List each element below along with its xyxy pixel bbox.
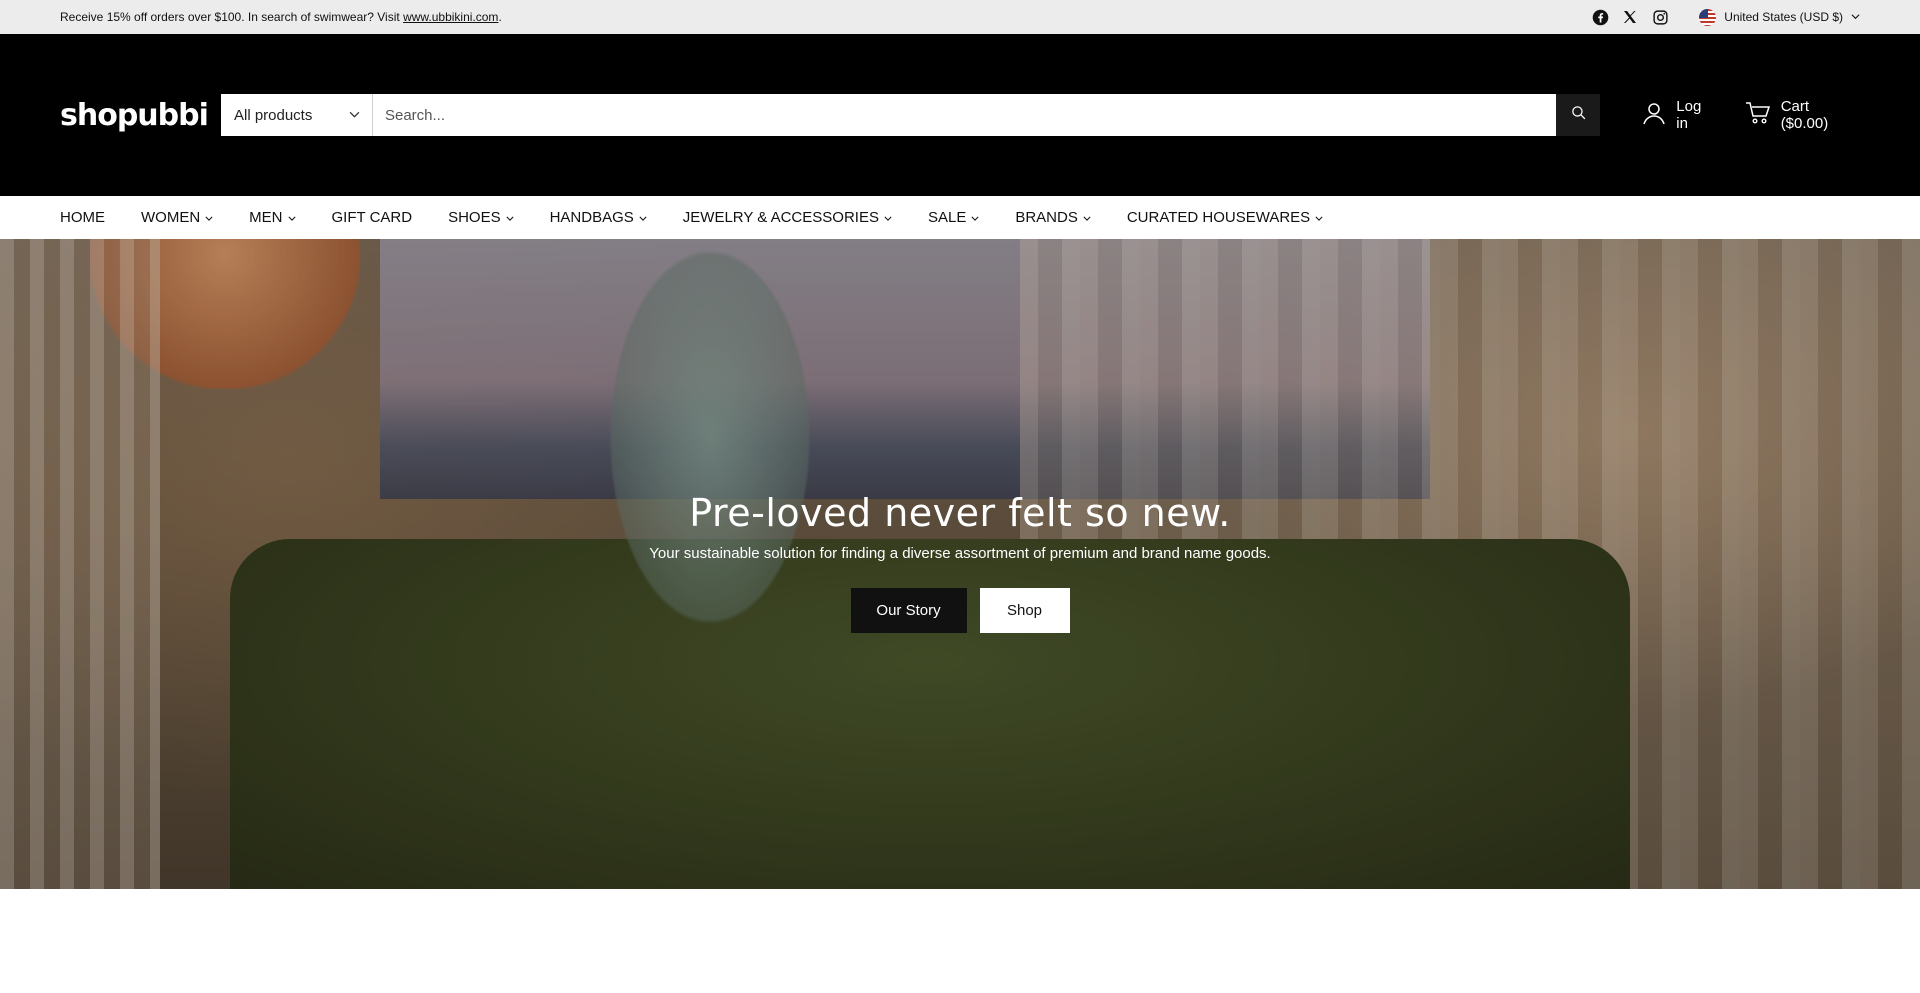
announcement-link[interactable]: www.ubbikini.com: [403, 10, 498, 24]
nav-item-label: WOMEN: [141, 209, 201, 226]
nav-item-men[interactable]: MEN: [249, 209, 296, 226]
hero-title: Pre-loved never felt so new.: [689, 491, 1231, 535]
hero-banner: Pre-loved never felt so new. Your sustai…: [0, 239, 1920, 889]
search-input[interactable]: [372, 94, 1557, 136]
nav-item-brands[interactable]: BRANDS: [1015, 209, 1091, 226]
hero-subtitle: Your sustainable solution for finding a …: [649, 545, 1271, 562]
cart-icon: [1745, 101, 1771, 129]
chevron-down-icon: [1083, 214, 1091, 222]
site-header: shopubbi All products Log in Cart ($0.00…: [0, 34, 1920, 196]
chevron-down-icon: [205, 214, 213, 222]
chevron-down-icon: [1851, 10, 1860, 24]
hero-buttons: Our Story Shop: [0, 588, 1920, 633]
nav-item-label: GIFT CARD: [331, 209, 413, 226]
nav-item-label: SALE: [927, 209, 967, 226]
nav-item-handbags[interactable]: HANDBAGS: [550, 209, 647, 226]
chevron-down-icon: [287, 214, 296, 222]
chevron-down-icon: [639, 214, 647, 222]
nav-item-label: HANDBAGS: [549, 209, 634, 226]
our-story-button[interactable]: Our Story: [850, 588, 967, 633]
chevron-down-icon: [971, 214, 979, 222]
instagram-icon[interactable]: [1651, 8, 1669, 26]
main-nav: HOME WOMEN MEN GIFT CARD SHOES HANDBAGS …: [0, 196, 1920, 239]
nav-item-sale[interactable]: SALE: [928, 209, 979, 226]
login-label: Log in: [1676, 98, 1702, 132]
facebook-icon[interactable]: [1591, 8, 1609, 26]
chevron-down-icon: [1315, 214, 1323, 222]
locale-selector[interactable]: United States (USD $): [1699, 8, 1860, 26]
nav-item-home[interactable]: HOME: [60, 209, 105, 226]
us-flag-icon: [1699, 8, 1717, 26]
hero-content: Pre-loved never felt so new. Your sustai…: [0, 239, 1920, 889]
nav-item-gift-card[interactable]: GIFT CARD: [332, 209, 413, 226]
category-select-value: All products: [233, 106, 313, 124]
announcement-suffix: .: [498, 10, 502, 24]
chevron-down-icon: [506, 214, 514, 222]
x-icon[interactable]: [1621, 8, 1639, 26]
cart-link[interactable]: Cart ($0.00): [1745, 98, 1860, 132]
chevron-down-icon: [884, 214, 892, 222]
nav-item-label: MEN: [249, 209, 283, 226]
locale-label: United States (USD $): [1724, 10, 1843, 24]
nav-item-label: BRANDS: [1015, 209, 1078, 226]
chevron-down-icon: [349, 107, 360, 124]
search-button[interactable]: [1556, 94, 1601, 136]
nav-item-label: JEWELRY & ACCESSORIES: [682, 209, 879, 226]
nav-item-label: HOME: [60, 209, 105, 226]
nav-item-women[interactable]: WOMEN: [141, 209, 213, 226]
nav-item-label: CURATED HOUSEWARES: [1126, 209, 1311, 226]
search-bar: All products: [220, 94, 1601, 136]
site-logo[interactable]: shopubbi: [60, 98, 221, 133]
shop-button[interactable]: Shop: [979, 588, 1070, 633]
category-select[interactable]: All products: [221, 94, 373, 136]
search-icon: [1570, 104, 1587, 126]
nav-item-label: SHOES: [448, 209, 501, 226]
nav-item-jewelry-accessories[interactable]: JEWELRY & ACCESSORIES: [683, 209, 892, 226]
nav-item-shoes[interactable]: SHOES: [448, 209, 514, 226]
announcement-text: Receive 15% off orders over $100. In sea…: [60, 10, 404, 24]
announcement-message: Receive 15% off orders over $100. In sea…: [60, 10, 1591, 24]
login-link[interactable]: Log in: [1642, 98, 1716, 132]
user-icon: [1642, 101, 1666, 129]
social-links: [1591, 8, 1669, 26]
nav-item-curated-housewares[interactable]: CURATED HOUSEWARES: [1127, 209, 1323, 226]
cart-label: Cart ($0.00): [1780, 98, 1829, 132]
announcement-bar: Receive 15% off orders over $100. In sea…: [0, 0, 1920, 34]
